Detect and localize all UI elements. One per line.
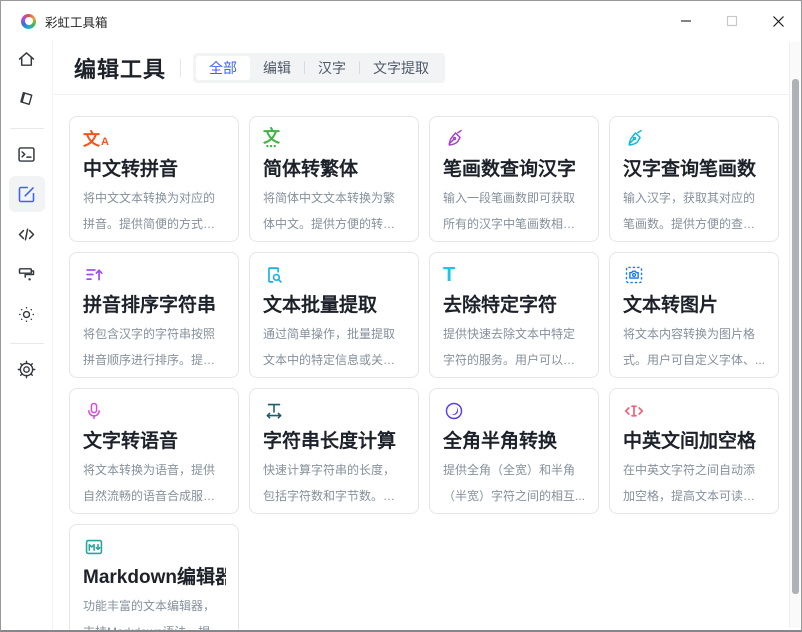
card-title: 中英文间加空格 — [623, 429, 766, 454]
tool-card[interactable]: 文⋯ 简体转繁体将简体中文文本转换为繁体中文。提供方便的转换服... — [249, 116, 419, 242]
gear-icon — [16, 359, 37, 380]
card-description: 将文本内容转换为图片格式。用户可自定义字体、... — [623, 321, 766, 373]
markdown-icon — [83, 535, 226, 559]
card-description: 通过简单操作，批量提取文本中的特定信息或关键词... — [263, 321, 406, 373]
card-title: 拼音排序字符串 — [83, 293, 226, 318]
app-logo-icon — [21, 14, 36, 29]
edit-square-icon — [16, 184, 37, 205]
sidebar-divider — [10, 343, 44, 344]
card-description: 将简体中文文本转换为繁体中文。提供方便的转换服... — [263, 185, 406, 237]
tool-card[interactable]: 拼音排序字符串将包含汉字的字符串按照拼音顺序进行排序。提供方... — [69, 252, 239, 378]
sidebar — [1, 41, 53, 630]
window-title: 彩虹工具箱 — [45, 12, 108, 31]
maximize-icon — [726, 15, 738, 27]
card-description: 提供全角（全宽）和半角（半宽）字符之间的相互... — [443, 457, 586, 509]
card-description: 提供快速去除文本中特定字符的服务。用户可以指定... — [443, 321, 586, 373]
card-description: 在中英文字符之间自动添加空格，提高文本可读性。... — [623, 457, 766, 509]
card-title: 文字转语音 — [83, 429, 226, 454]
card-title: 字符串长度计算 — [263, 429, 406, 454]
pen-nib-icon — [443, 127, 586, 151]
tool-card[interactable]: T 去除特定字符提供快速去除文本中特定字符的服务。用户可以指定... — [429, 252, 599, 378]
titlebar: 彩虹工具箱 — [1, 1, 801, 41]
home-icon — [16, 49, 37, 70]
tool-card[interactable]: 文A 中文转拼音将中文文本转换为对应的拼音。提供简便的方式，支... — [69, 116, 239, 242]
vertical-scrollbar[interactable] — [789, 42, 800, 628]
card-title: 中文转拼音 — [83, 157, 226, 182]
sidebar-item-edit-tools[interactable] — [9, 176, 45, 212]
tool-card[interactable]: 文本批量提取通过简单操作，批量提取文本中的特定信息或关键词... — [249, 252, 419, 378]
sidebar-item-settings[interactable] — [9, 351, 45, 387]
window-controls — [663, 1, 801, 41]
scrollbar-thumb[interactable] — [792, 79, 799, 594]
maximize-button[interactable] — [709, 1, 755, 41]
tool-card[interactable]: 全角半角转换提供全角（全宽）和半角（半宽）字符之间的相互... — [429, 388, 599, 514]
terminal-icon — [16, 144, 37, 165]
close-button[interactable] — [755, 1, 801, 41]
tool-card[interactable]: 字符串长度计算快速计算字符串的长度，包括字符数和字节数。提供... — [249, 388, 419, 514]
card-title: 文本批量提取 — [263, 293, 406, 318]
sidebar-item-code-tools[interactable] — [9, 216, 45, 252]
text-width-icon — [263, 399, 406, 423]
tab-编辑[interactable]: 编辑 — [250, 56, 304, 80]
brightness-icon — [16, 304, 37, 325]
sidebar-item-home[interactable] — [9, 41, 45, 77]
cursor-brackets-icon — [623, 399, 766, 423]
card-title: 汉字查询笔画数 — [623, 157, 766, 182]
card-title: Markdown编辑器 — [83, 565, 226, 590]
card-title: 文本转图片 — [623, 293, 766, 318]
letter-t-icon: T — [443, 263, 586, 287]
card-description: 将包含汉字的字符串按照拼音顺序进行排序。提供方... — [83, 321, 226, 373]
page-header: 编辑工具 全部编辑汉字文字提取 — [54, 41, 789, 94]
close-icon — [772, 15, 785, 28]
pen-nib-icon — [623, 127, 766, 151]
minimize-button[interactable] — [663, 1, 709, 41]
card-title: 笔画数查询汉字 — [443, 157, 586, 182]
card-description: 功能丰富的文本编辑器，支持Markdown语法。提供... — [83, 593, 226, 630]
tool-card[interactable]: Markdown编辑器功能丰富的文本编辑器，支持Markdown语法。提供... — [69, 524, 239, 630]
card-title: 全角半角转换 — [443, 429, 586, 454]
page-title: 编辑工具 — [74, 52, 166, 84]
header-separator — [180, 59, 181, 77]
tab-文字提取[interactable]: 文字提取 — [360, 56, 442, 80]
paint-roller-icon — [16, 264, 37, 285]
moon-circle-icon — [443, 399, 586, 423]
minimize-icon — [680, 15, 692, 27]
sidebar-item-design-tools[interactable] — [9, 256, 45, 292]
simplified-traditional-icon: 文⋯ — [263, 127, 406, 151]
card-description: 将中文文本转换为对应的拼音。提供简便的方式，支... — [83, 185, 226, 237]
tab-strip: 全部编辑汉字文字提取 — [193, 53, 445, 83]
card-title: 去除特定字符 — [443, 293, 586, 318]
text-to-image-icon — [623, 263, 766, 287]
sidebar-item-image-tools[interactable] — [9, 296, 45, 332]
tool-card[interactable]: 文字转语音将文本转换为语音，提供自然流畅的语音合成服务。... — [69, 388, 239, 514]
card-description: 输入一段笔画数即可获取所有的汉字中笔画数相等的... — [443, 185, 586, 237]
tool-card[interactable]: 文本转图片将文本内容转换为图片格式。用户可自定义字体、... — [609, 252, 779, 378]
sort-ascending-icon — [83, 263, 226, 287]
tool-card[interactable]: 笔画数查询汉字输入一段笔画数即可获取所有的汉字中笔画数相等的... — [429, 116, 599, 242]
code-icon — [16, 224, 37, 245]
sidebar-item-collection[interactable] — [9, 81, 45, 117]
card-description: 输入汉字，获取其对应的笔画数。提供方便的查询服... — [623, 185, 766, 237]
tab-全部[interactable]: 全部 — [196, 56, 250, 80]
card-scroll-area: 文A 中文转拼音将中文文本转换为对应的拼音。提供简便的方式，支... 文⋯ 简体转繁体… — [54, 94, 789, 630]
card-title: 简体转繁体 — [263, 157, 406, 182]
card-description: 将文本转换为语音，提供自然流畅的语音合成服务。... — [83, 457, 226, 509]
tool-card[interactable]: 汉字查询笔画数输入汉字，获取其对应的笔画数。提供方便的查询服... — [609, 116, 779, 242]
app-window: 彩虹工具箱 编辑工具 全部编辑汉字文字提取 文A 中文转拼音将中文文本转换为对应的… — [0, 0, 802, 632]
card-description: 快速计算字符串的长度，包括字符数和字节数。提供... — [263, 457, 406, 509]
card-grid: 文A 中文转拼音将中文文本转换为对应的拼音。提供简便的方式，支... 文⋯ 简体转繁体… — [69, 116, 789, 630]
sidebar-item-terminal[interactable] — [9, 136, 45, 172]
main-content: 编辑工具 全部编辑汉字文字提取 文A 中文转拼音将中文文本转换为对应的拼音。提供简… — [54, 41, 789, 630]
tab-汉字[interactable]: 汉字 — [305, 56, 359, 80]
notes-stack-icon — [16, 89, 37, 110]
tool-card[interactable]: 中英文间加空格在中英文字符之间自动添加空格，提高文本可读性。... — [609, 388, 779, 514]
translate-icon: 文A — [83, 127, 226, 151]
doc-search-icon — [263, 263, 406, 287]
microphone-icon — [83, 399, 226, 423]
sidebar-divider — [10, 128, 44, 129]
